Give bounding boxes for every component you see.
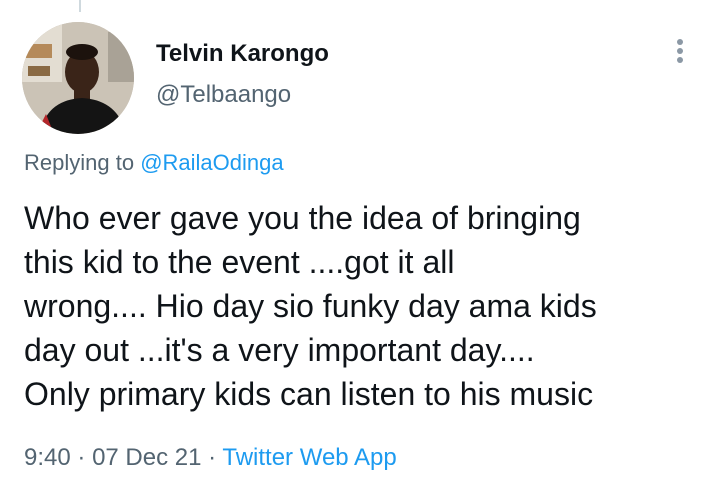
avatar[interactable] <box>22 22 134 134</box>
reply-context: Replying to @RailaOdinga <box>24 150 284 176</box>
replying-to-label: Replying to <box>24 150 135 175</box>
tweet-text-line: Only primary kids can listen to his musi… <box>24 376 594 412</box>
tweet-text-line: Who ever gave you the idea of bringing <box>24 200 581 236</box>
avatar-photo <box>22 22 134 134</box>
meta-separator: · <box>77 444 86 471</box>
thread-connector-line <box>79 0 81 12</box>
tweet-source-link[interactable]: Twitter Web App <box>222 444 396 471</box>
author-handle[interactable]: @Telbaango <box>156 81 291 109</box>
more-vertical-icon <box>668 39 692 63</box>
tweet-text-line: wrong.... Hio day sio funky day ama kids <box>24 288 597 324</box>
tweet-text: Who ever gave you the idea of bringing t… <box>24 196 704 416</box>
tweet-text-line: day out ...it's a very important day.... <box>24 332 535 368</box>
tweet-metadata: 9:40 · 07 Dec 21 · Twitter Web App <box>24 444 397 472</box>
tweet-text-line: this kid to the event ....got it all <box>24 244 455 280</box>
tweet-time[interactable]: 9:40 <box>24 444 71 471</box>
meta-separator: · <box>208 444 217 471</box>
more-options-button[interactable] <box>668 36 692 70</box>
tweet-date[interactable]: 07 Dec 21 <box>92 444 201 471</box>
reply-mention-link[interactable]: @RailaOdinga <box>140 150 283 175</box>
author-name[interactable]: Telvin Karongo <box>156 40 329 68</box>
